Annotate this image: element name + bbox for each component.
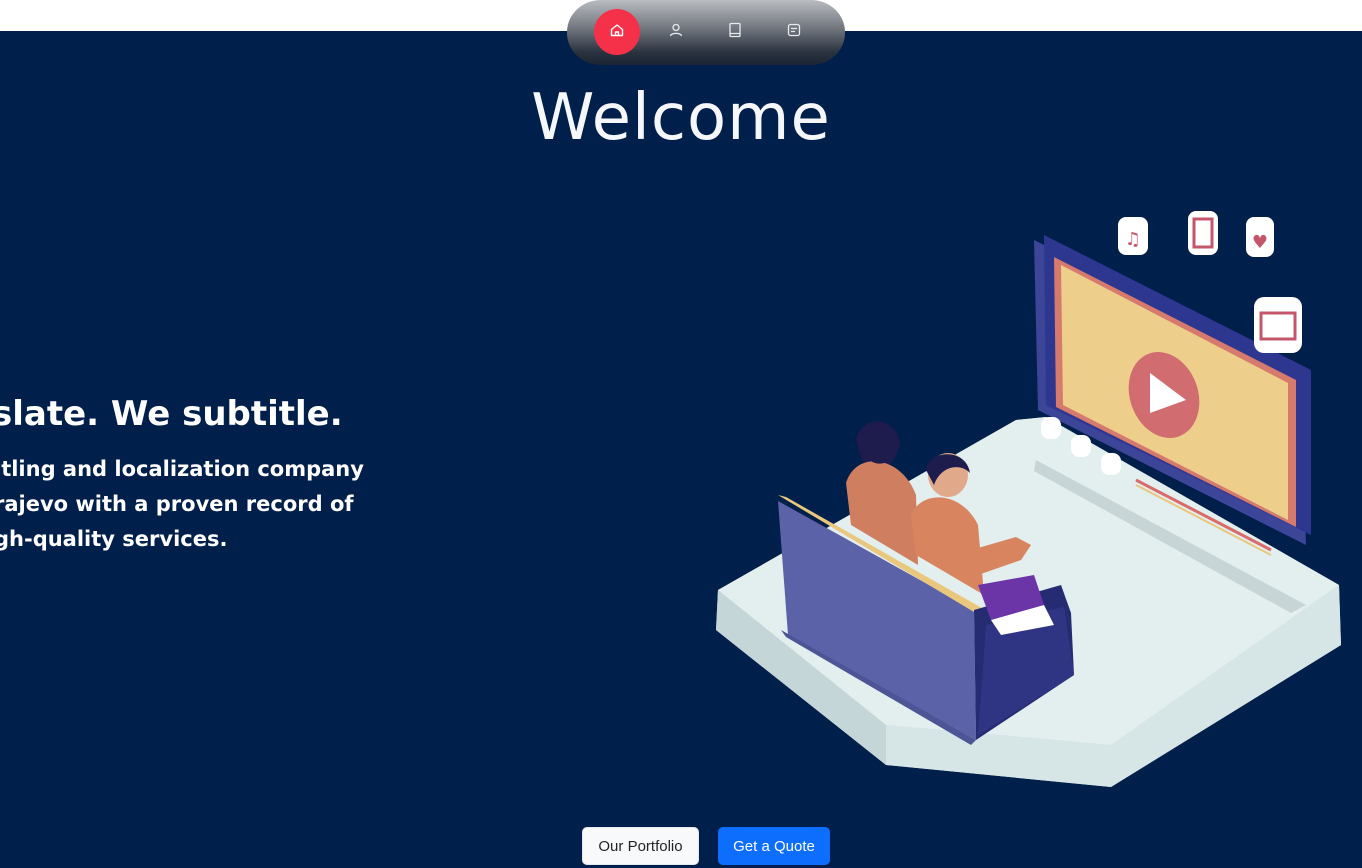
hero-description: itling and localization company rajevo w… — [0, 452, 364, 557]
portfolio-button[interactable]: Our Portfolio — [582, 827, 699, 865]
hero-description-line: itling and localization company — [0, 457, 364, 481]
nav-about-button[interactable] — [653, 9, 699, 55]
get-quote-button[interactable]: Get a Quote — [718, 827, 830, 865]
message-icon — [786, 22, 802, 42]
nav-home-button[interactable] — [594, 9, 640, 55]
svg-text:♥: ♥ — [1252, 232, 1268, 253]
svg-text:♫: ♫ — [1125, 229, 1141, 250]
page-title: Welcome — [531, 81, 831, 155]
nav-portfolio-button[interactable] — [712, 9, 758, 55]
couple-watching-tv-illustration: ♫ ♥ — [716, 211, 1341, 787]
hero-description-line: gh-quality services. — [0, 527, 228, 551]
nav-contact-button[interactable] — [771, 9, 817, 55]
hero-headline: slate. We subtitle. — [0, 394, 343, 434]
book-icon — [727, 22, 743, 42]
hero-description-line: rajevo with a proven record of — [0, 492, 354, 516]
home-icon — [609, 22, 625, 42]
user-icon — [668, 22, 684, 42]
nav-bar — [567, 0, 845, 65]
